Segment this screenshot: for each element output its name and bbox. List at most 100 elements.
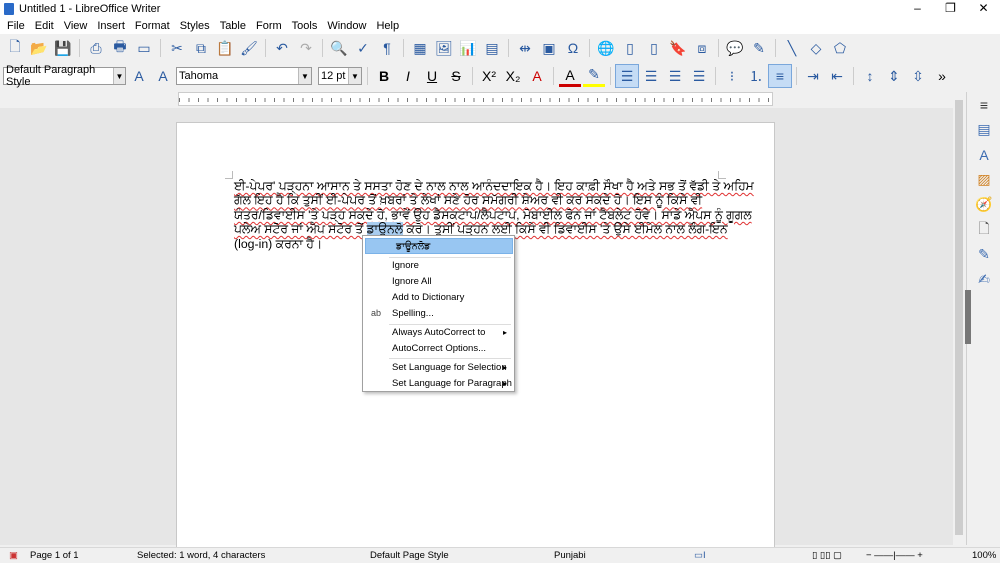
scrollbar-thumb[interactable] [955,100,963,535]
update-style-icon[interactable]: A [128,65,150,87]
increase-indent-icon[interactable]: ⇥ [802,65,824,87]
endnote-icon[interactable]: ▯ [643,37,665,59]
font-name-select[interactable]: Tahoma ▼ [176,67,312,85]
special-character-icon[interactable]: Ω [562,37,584,59]
insert-image-icon[interactable]: 🖼 [433,37,455,59]
cross-reference-icon[interactable]: ⧈ [691,37,713,59]
open-folder-icon[interactable]: 📂 [28,37,50,59]
document-modified-icon[interactable]: ▣ [9,548,18,563]
menu-insert[interactable]: Insert [92,20,130,32]
clone-formatting-icon[interactable]: 🖌 [238,37,260,59]
page-style[interactable]: Default Page Style [370,548,449,563]
text-language[interactable]: Punjabi [554,548,586,563]
gallery-icon[interactable]: ▨ [967,167,1000,192]
line-icon[interactable]: ╲ [781,37,803,59]
menu-edit[interactable]: Edit [30,20,59,32]
clear-formatting-icon[interactable]: A [526,65,548,87]
line-spacing-icon[interactable]: ↕ [859,65,881,87]
new-document-icon[interactable]: 🗋 [4,37,26,59]
bookmark-icon[interactable]: 🔖 [667,37,689,59]
comment-icon[interactable]: 💬 [724,37,746,59]
menu-item-language-selection[interactable]: Set Language for Selection [365,360,513,376]
menu-item-ignore-all[interactable]: Ignore All [365,274,513,290]
sidebar-collapse-handle[interactable] [965,290,971,344]
decrease-spacing-icon[interactable]: ⇳ [907,65,929,87]
formatting-marks-icon[interactable]: ¶ [376,37,398,59]
page-break-icon[interactable]: ⇹ [514,37,536,59]
font-size-select[interactable]: 12 pt ▼ [318,67,362,85]
menu-item-always-autocorrect[interactable]: Always AutoCorrect to [365,325,513,341]
new-style-icon[interactable]: A [152,65,174,87]
save-icon[interactable]: 💾 [52,37,74,59]
decrease-indent-icon[interactable]: ⇤ [826,65,848,87]
zoom-slider[interactable]: − ——|—— + [866,548,923,563]
menu-item-autocorrect-options[interactable]: AutoCorrect Options... [365,341,513,357]
page-icon[interactable]: 🗋 [967,217,1000,242]
menu-item-spelling[interactable]: Spelling... [365,306,513,322]
spelling-icon[interactable]: ✓ [352,37,374,59]
print-preview-icon[interactable]: ▭ [133,37,155,59]
menu-item-suggestion[interactable]: ਡਾਊਨਲੋਡ [365,238,513,254]
underline-icon[interactable]: U [421,65,443,87]
vertical-scrollbar[interactable] [953,92,965,545]
menu-file[interactable]: File [2,20,30,32]
export-pdf-icon[interactable]: ⎙ [85,37,107,59]
font-color-icon[interactable]: A [559,65,581,87]
insert-mode-icon[interactable]: ▭I [694,548,706,563]
undo-icon[interactable]: ↶ [271,37,293,59]
draw-functions-icon[interactable]: ⬠ [829,37,851,59]
insert-chart-icon[interactable]: 📊 [457,37,479,59]
print-icon[interactable]: 🖶 [109,37,131,59]
insert-table-icon[interactable]: ▦ [409,37,431,59]
align-left-icon[interactable]: ☰ [615,64,639,88]
bullets-icon[interactable]: ⁝ [721,65,743,87]
paragraph-spacing-icon[interactable]: ⇕ [883,65,905,87]
align-center-icon[interactable]: ☰ [640,65,662,87]
justify-icon[interactable]: ☰ [688,65,710,87]
menu-window[interactable]: Window [322,20,371,32]
close-button[interactable]: ✕ [967,0,1000,17]
hyperlink-icon[interactable]: 🌐 [595,37,617,59]
menu-styles[interactable]: Styles [175,20,215,32]
more-options-icon[interactable]: » [931,65,953,87]
menu-item-ignore[interactable]: Ignore [365,258,513,274]
redo-icon[interactable]: ↷ [295,37,317,59]
bold-icon[interactable]: B [373,65,395,87]
maximize-button[interactable]: ❐ [934,0,967,17]
sidebar-menu-icon[interactable]: ≡ [967,92,1000,117]
menu-table[interactable]: Table [215,20,251,32]
strikethrough-icon[interactable]: S [445,65,467,87]
superscript-icon[interactable]: X² [478,65,500,87]
basic-shapes-icon[interactable]: ◇ [805,37,827,59]
menu-tools[interactable]: Tools [287,20,323,32]
numbering-icon[interactable]: ⒈ [745,65,767,87]
track-changes-icon[interactable]: ✎ [748,37,770,59]
view-layout-icon[interactable]: ▯ ▯▯ ▢ [812,548,842,563]
navigator-icon[interactable]: 🧭 [967,192,1000,217]
insert-field-icon[interactable]: ▣ [538,37,560,59]
paste-icon[interactable]: 📋 [214,37,236,59]
highlight-color-icon[interactable]: ✎ [583,65,605,87]
manage-changes-icon[interactable]: ✍ [967,267,1000,292]
properties-icon[interactable]: ▤ [967,117,1000,142]
menu-view[interactable]: View [59,20,93,32]
find-replace-icon[interactable]: 🔍 [328,37,350,59]
zoom-level[interactable]: 100% [972,548,996,563]
menu-form[interactable]: Form [251,20,287,32]
align-right-icon[interactable]: ☰ [664,65,686,87]
style-inspector-icon[interactable]: ✎ [967,242,1000,267]
minimize-button[interactable]: – [901,0,934,17]
menu-item-language-paragraph[interactable]: Set Language for Paragraph [365,376,513,392]
styles-icon[interactable]: A [967,142,1000,167]
menu-item-add-to-dictionary[interactable]: Add to Dictionary [365,290,513,306]
menu-format[interactable]: Format [130,20,175,32]
italic-icon[interactable]: I [397,65,419,87]
subscript-icon[interactable]: X₂ [502,65,524,87]
horizontal-ruler[interactable] [178,92,773,106]
menu-help[interactable]: Help [371,20,404,32]
page-count[interactable]: Page 1 of 1 [30,548,79,563]
insert-textbox-icon[interactable]: ▤ [481,37,503,59]
cut-icon[interactable]: ✂ [166,37,188,59]
footnote-icon[interactable]: ▯ [619,37,641,59]
paragraph-style-select[interactable]: Default Paragraph Style ▼ [3,64,126,88]
